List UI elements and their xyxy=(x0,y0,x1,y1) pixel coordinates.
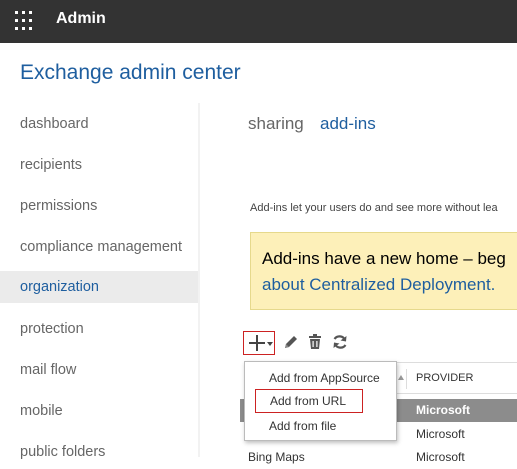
centralized-deployment-link[interactable]: about Centralized Deployment. xyxy=(262,275,495,295)
tab-sharing[interactable]: sharing xyxy=(248,114,304,134)
cell-provider: Microsoft xyxy=(416,450,465,464)
sidebar-item-dashboard[interactable]: dashboard xyxy=(0,108,198,140)
banner-text: Add-ins have a new home – beg xyxy=(262,249,506,268)
sidebar-item-organization[interactable]: organization xyxy=(0,271,198,303)
add-ins-description: Add-ins let your users do and see more w… xyxy=(250,202,498,214)
sidebar-item-recipients[interactable]: recipients xyxy=(0,149,198,181)
add-menu-dropdown: Add from AppSource Add from URL Add from… xyxy=(244,361,397,441)
tab-add-ins[interactable]: add-ins xyxy=(320,114,376,134)
sidebar-item-compliance-management[interactable]: compliance management xyxy=(0,231,198,263)
cell-provider: Microsoft xyxy=(416,403,470,417)
menu-item-add-from-appsource[interactable]: Add from AppSource xyxy=(245,366,396,390)
cell-name: Bing Maps xyxy=(248,450,305,464)
page-title: Exchange admin center xyxy=(20,61,241,84)
refresh-icon[interactable] xyxy=(331,333,349,351)
app-launcher-waffle-icon[interactable] xyxy=(15,11,35,31)
sort-ascending-icon[interactable] xyxy=(398,375,404,380)
top-bar: Admin xyxy=(0,0,517,43)
menu-item-add-from-file[interactable]: Add from file xyxy=(245,414,396,438)
add-button[interactable] xyxy=(243,331,275,355)
info-banner: Add-ins have a new home – beg about Cent… xyxy=(250,232,517,310)
sidebar-item-mobile[interactable]: mobile xyxy=(0,395,198,427)
plus-icon xyxy=(249,335,265,351)
sidebar-item-protection[interactable]: protection xyxy=(0,313,198,345)
chevron-down-icon xyxy=(267,342,273,346)
table-row[interactable]: Bing Maps Microsoft xyxy=(240,446,517,469)
cell-provider: Microsoft xyxy=(416,427,465,441)
sidebar-item-permissions[interactable]: permissions xyxy=(0,190,198,222)
trash-icon[interactable] xyxy=(306,333,324,351)
menu-item-add-from-url[interactable]: Add from URL xyxy=(255,389,363,413)
sidebar-divider xyxy=(198,103,200,457)
column-header-provider[interactable]: PROVIDER xyxy=(416,372,473,384)
sidebar-item-mail-flow[interactable]: mail flow xyxy=(0,354,198,386)
app-name: Admin xyxy=(56,10,106,27)
pencil-icon[interactable] xyxy=(282,333,300,351)
table-header: PROVIDER xyxy=(396,362,517,394)
sidebar-item-public-folders[interactable]: public folders xyxy=(0,436,198,468)
column-separator xyxy=(406,369,407,389)
